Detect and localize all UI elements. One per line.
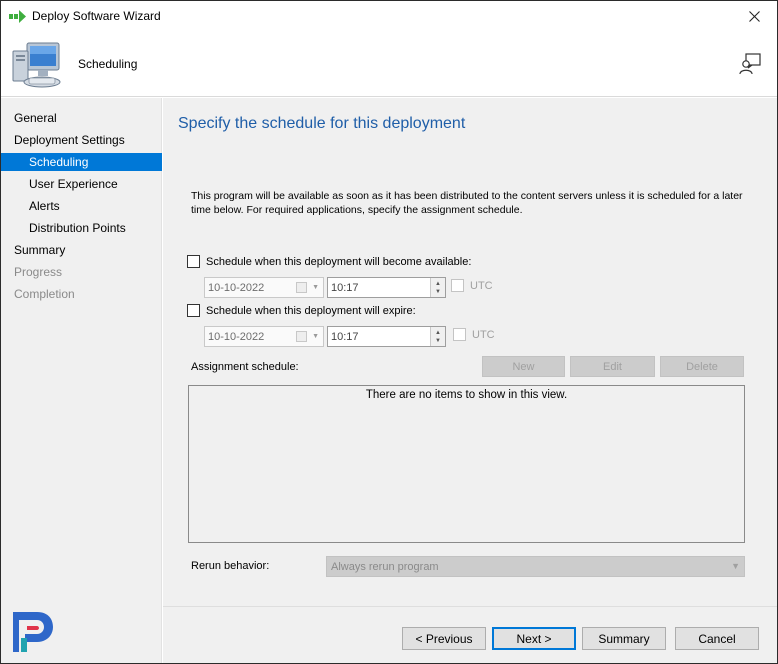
computer-icon	[12, 42, 61, 88]
available-date-value: 10-10-2022	[208, 281, 265, 294]
available-utc-row: UTC	[451, 279, 493, 292]
empty-list-text: There are no items to show in this view.	[365, 389, 568, 401]
time-spinner-icon: ▲ ▼	[430, 278, 445, 297]
next-button[interactable]: Next >	[492, 627, 576, 650]
available-time-value: 10:17	[331, 281, 359, 294]
description-text: This program will be available as soon a…	[191, 190, 743, 216]
chevron-down-icon: ▼	[312, 284, 319, 291]
brand-logo-icon	[13, 612, 53, 652]
rerun-behavior-select: Always rerun program ▼	[326, 556, 745, 577]
green-arrow-icon	[9, 10, 26, 23]
nav-item-alerts[interactable]: Alerts	[1, 197, 162, 215]
calendar-icon	[296, 331, 307, 342]
nav-item-summary[interactable]: Summary	[1, 241, 162, 259]
expire-date-value: 10-10-2022	[208, 330, 265, 343]
wizard-header: Scheduling	[1, 33, 777, 97]
available-checkbox-label: Schedule when this deployment will becom…	[206, 255, 472, 268]
window-title: Deploy Software Wizard	[32, 9, 161, 23]
expire-checkbox-row[interactable]: Schedule when this deployment will expir…	[187, 304, 416, 317]
expire-utc-row: UTC	[453, 328, 495, 341]
expire-time-field: 10:17 ▲ ▼	[327, 326, 446, 347]
nav-item-progress: Progress	[14, 265, 63, 279]
time-spinner-icon: ▲ ▼	[430, 327, 445, 346]
feedback-icon[interactable]	[739, 53, 761, 75]
expire-utc-label: UTC	[472, 328, 495, 341]
chevron-down-icon: ▼	[312, 333, 319, 340]
calendar-icon	[296, 282, 307, 293]
available-checkbox-row[interactable]: Schedule when this deployment will becom…	[187, 255, 471, 268]
nav-item-scheduling[interactable]: Scheduling	[1, 153, 162, 171]
assignment-schedule-label: Assignment schedule:	[191, 361, 299, 373]
expire-time-value: 10:17	[331, 330, 359, 343]
content-panel: Specify the schedule for this deployment…	[163, 98, 777, 663]
close-icon	[748, 11, 760, 22]
edit-button: Edit	[570, 356, 655, 377]
title-bar: Deploy Software Wizard	[1, 1, 777, 33]
page-title: Specify the schedule for this deployment	[178, 115, 466, 132]
available-time-field: 10:17 ▲ ▼	[327, 277, 446, 298]
expire-utc-checkbox	[453, 328, 466, 341]
nav-item-distribution-points[interactable]: Distribution Points	[1, 219, 162, 237]
rerun-behavior-value: Always rerun program	[331, 560, 439, 573]
wizard-window: Deploy Software Wizard Scheduling Genera…	[0, 0, 778, 664]
wizard-nav: General Deployment Settings Scheduling U…	[1, 98, 162, 663]
cancel-button[interactable]: Cancel	[675, 627, 759, 650]
expire-checkbox[interactable]	[187, 304, 200, 317]
nav-item-deployment-settings[interactable]: Deployment Settings	[1, 131, 162, 149]
previous-button[interactable]: < Previous	[402, 627, 486, 650]
nav-item-user-experience[interactable]: User Experience	[1, 175, 162, 193]
chevron-down-icon: ▼	[731, 561, 740, 571]
available-utc-label: UTC	[470, 279, 493, 292]
expire-date-picker: 10-10-2022 ▼	[204, 326, 324, 347]
rerun-behavior-label: Rerun behavior:	[191, 560, 270, 572]
summary-button[interactable]: Summary	[582, 627, 666, 650]
header-title: Scheduling	[78, 57, 138, 71]
available-utc-checkbox	[451, 279, 464, 292]
footer-divider	[163, 606, 777, 607]
new-button: New	[482, 356, 565, 377]
expire-checkbox-label: Schedule when this deployment will expir…	[206, 304, 416, 317]
delete-button: Delete	[660, 356, 744, 377]
assignment-schedule-list[interactable]: There are no items to show in this view.	[188, 385, 745, 543]
nav-item-general[interactable]: General	[1, 109, 162, 127]
available-checkbox[interactable]	[187, 255, 200, 268]
close-button[interactable]	[731, 1, 777, 32]
nav-item-completion: Completion	[14, 287, 75, 301]
available-date-picker: 10-10-2022 ▼	[204, 277, 324, 298]
